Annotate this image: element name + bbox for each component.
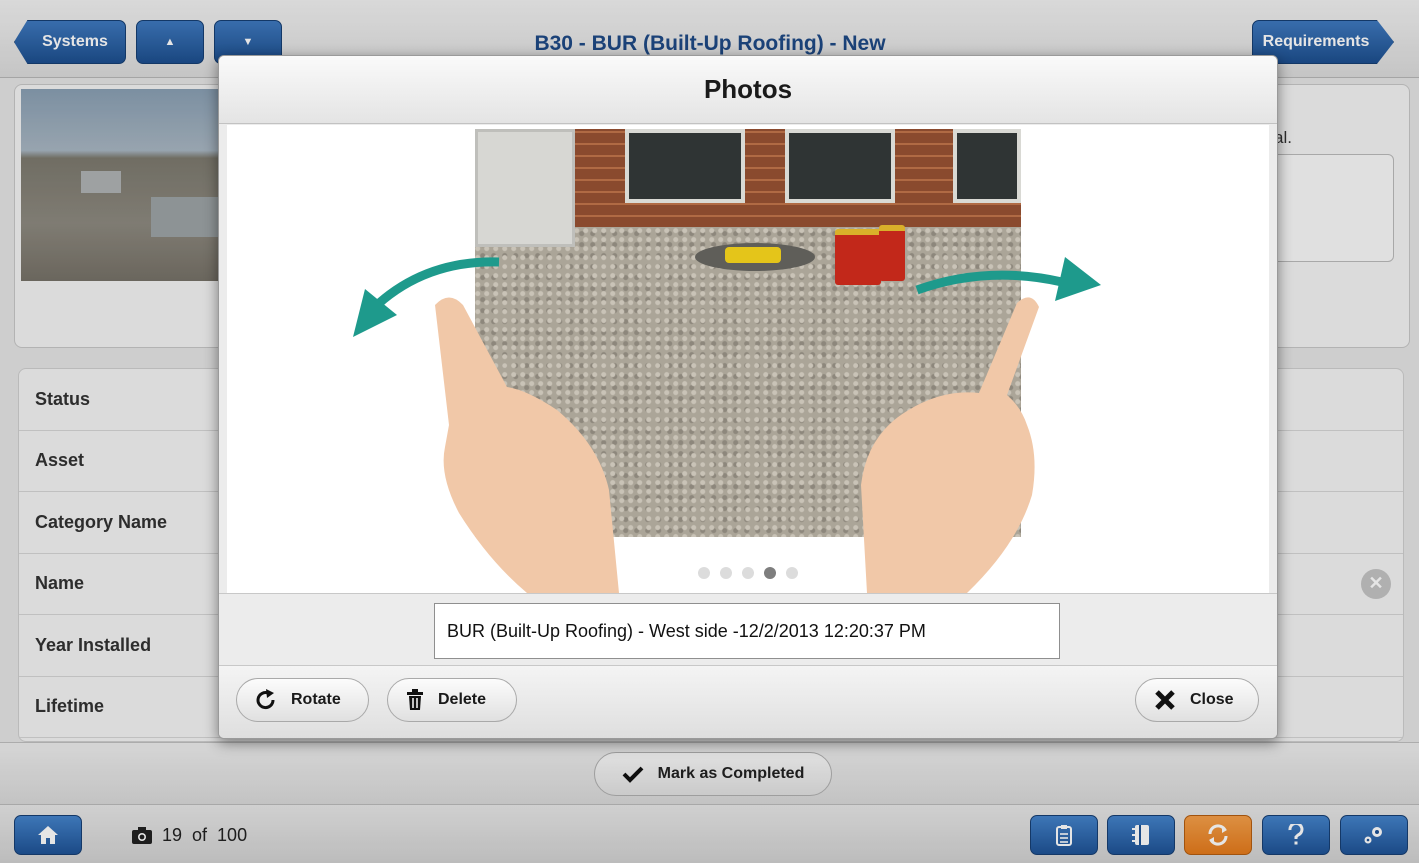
delete-button[interactable]: Delete xyxy=(387,678,517,722)
close-button[interactable]: Close xyxy=(1135,678,1259,722)
caption-area: BUR (Built-Up Roofing) - West side -12/2… xyxy=(219,593,1277,666)
page-dot-active[interactable] xyxy=(764,567,776,579)
pagination-dots xyxy=(227,567,1269,579)
rotate-button[interactable]: Rotate xyxy=(236,678,369,722)
rotate-label: Rotate xyxy=(291,691,341,708)
photo-caption-field[interactable]: BUR (Built-Up Roofing) - West side -12/2… xyxy=(434,603,1060,659)
dialog-footer: Rotate Delete Close xyxy=(219,666,1277,738)
photo-viewer[interactable] xyxy=(227,125,1269,593)
roof-photo[interactable] xyxy=(475,129,1021,537)
dialog-title: Photos xyxy=(219,56,1277,124)
page-dot[interactable] xyxy=(720,567,732,579)
page-dot[interactable] xyxy=(742,567,754,579)
close-label: Close xyxy=(1190,691,1234,708)
page-dot[interactable] xyxy=(786,567,798,579)
photos-dialog: Photos BUR (Built-Up Roofing) - West sid… xyxy=(218,55,1278,739)
rotate-icon xyxy=(256,689,275,710)
close-icon xyxy=(1155,690,1175,710)
trash-icon xyxy=(407,689,423,710)
delete-label: Delete xyxy=(438,691,487,708)
page-dot[interactable] xyxy=(698,567,710,579)
